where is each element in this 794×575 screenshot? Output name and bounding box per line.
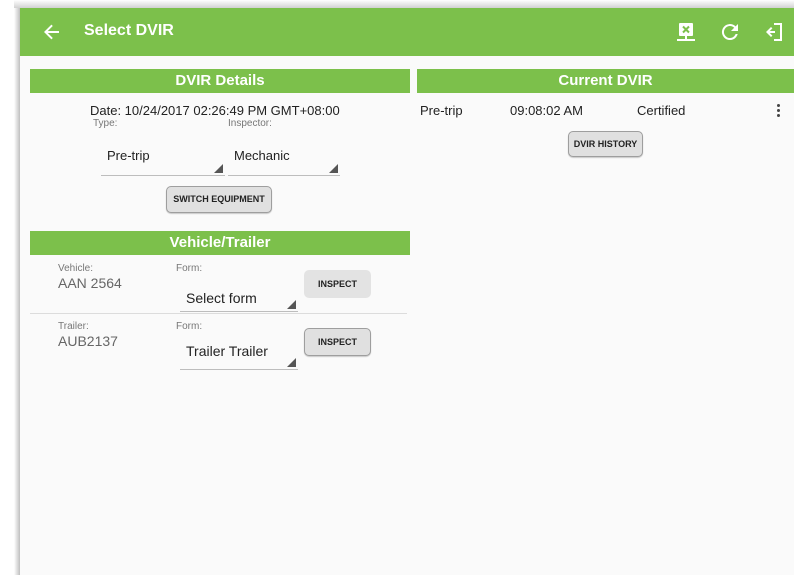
row-divider	[30, 313, 407, 314]
vehicle-form-value: Select form	[186, 290, 257, 306]
dvir-date: Date: 10/24/2017 02:26:49 PM GMT+08:00	[90, 103, 340, 118]
more-options-icon[interactable]	[777, 104, 781, 119]
trailer-form-value: Trailer Trailer	[186, 343, 268, 359]
trailer-form-label: Form:	[176, 321, 203, 332]
app-screen: Select DVIR DVIR Details Date: 10/24/201…	[20, 8, 794, 575]
vehicle-inspect-button[interactable]: INSPECT	[304, 270, 371, 298]
type-dropdown[interactable]: Pre-trip	[101, 142, 225, 176]
trailer-label: Trailer:	[58, 321, 89, 332]
page-title: Select DVIR	[84, 22, 174, 39]
vehicle-label: Vehicle:	[58, 263, 94, 274]
vehicle-form-label: Form:	[176, 263, 203, 274]
dvir-details-header: DVIR Details	[30, 69, 410, 93]
dropdown-arrow-icon	[287, 358, 296, 367]
inspector-label: Inspector:	[228, 118, 272, 129]
trailer-value: AUB2137	[58, 333, 118, 349]
entry-status: Certified	[637, 103, 686, 118]
screen-shadow-top	[14, 0, 794, 8]
vehicle-value: AAN 2564	[58, 275, 122, 291]
vehicle-form-dropdown[interactable]: Select form	[180, 278, 298, 312]
vehicle-trailer-header: Vehicle/Trailer	[30, 231, 410, 255]
current-dvir-header: Current DVIR	[417, 69, 794, 93]
dropdown-arrow-icon	[287, 300, 296, 309]
arrow-back-icon[interactable]	[40, 20, 64, 44]
app-bar: Select DVIR	[20, 8, 794, 56]
inspector-dropdown-value: Mechanic	[234, 148, 290, 163]
type-dropdown-value: Pre-trip	[107, 148, 150, 163]
entry-time: 09:08:02 AM	[510, 103, 583, 118]
dvir-history-button[interactable]: DVIR HISTORY	[568, 131, 643, 157]
dropdown-arrow-icon	[329, 164, 338, 173]
switch-equipment-button[interactable]: SWITCH EQUIPMENT	[166, 186, 272, 213]
trailer-form-dropdown[interactable]: Trailer Trailer	[180, 336, 298, 370]
dropdown-arrow-icon	[214, 164, 223, 173]
trailer-inspect-button[interactable]: INSPECT	[304, 328, 371, 356]
cancel-inspection-icon[interactable]	[674, 20, 698, 44]
type-label: Type:	[93, 118, 118, 129]
refresh-icon[interactable]	[718, 20, 742, 44]
entry-type: Pre-trip	[420, 103, 463, 118]
inspector-dropdown[interactable]: Mechanic	[228, 142, 340, 176]
logout-icon[interactable]	[762, 20, 786, 44]
